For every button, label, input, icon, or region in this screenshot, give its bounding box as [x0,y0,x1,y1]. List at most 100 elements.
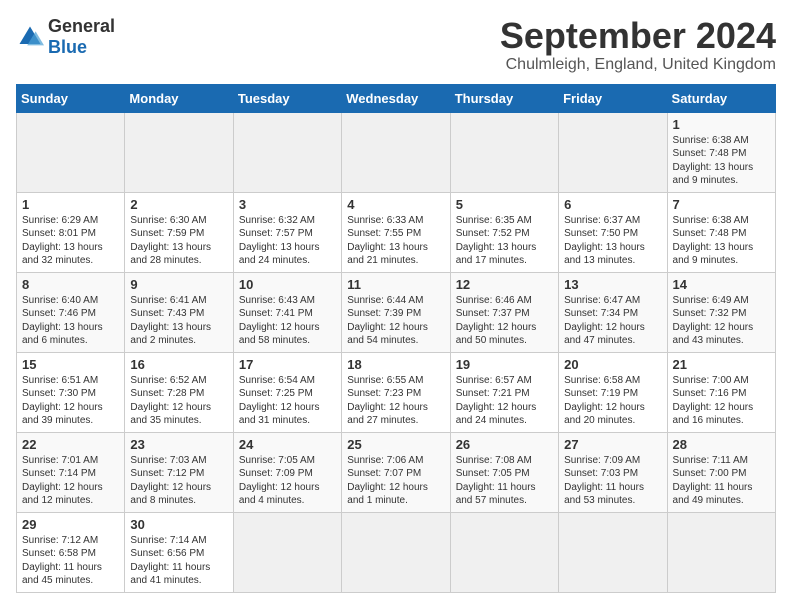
calendar-cell [450,112,558,192]
cell-info: Sunrise: 6:30 AMSunset: 7:59 PMDaylight:… [130,215,211,267]
day-number: 6 [564,197,661,212]
cell-info: Sunrise: 6:29 AMSunset: 8:01 PMDaylight:… [22,215,103,267]
header-monday: Monday [125,84,233,112]
calendar-cell: 23 Sunrise: 7:03 AMSunset: 7:12 PMDayligh… [125,432,233,512]
calendar-cell: 14 Sunrise: 6:49 AMSunset: 7:32 PMDayligh… [667,272,775,352]
title-area: September 2024 Chulmleigh, England, Unit… [500,16,776,74]
calendar-cell: 16 Sunrise: 6:52 AMSunset: 7:28 PMDayligh… [125,352,233,432]
calendar-cell: 30Sunrise: 7:14 AMSunset: 6:56 PMDayligh… [125,512,233,592]
calendar-cell: 21 Sunrise: 7:00 AMSunset: 7:16 PMDayligh… [667,352,775,432]
calendar-week-row: 29 Sunrise: 7:12 AMSunset: 6:58 PMDayligh… [17,512,776,592]
day-number: 3 [239,197,336,212]
header-thursday: Thursday [450,84,558,112]
cell-info: Sunrise: 6:52 AMSunset: 7:28 PMDaylight:… [130,375,211,427]
calendar-cell: 25 Sunrise: 7:06 AMSunset: 7:07 PMDayligh… [342,432,450,512]
cell-info: Sunrise: 7:01 AMSunset: 7:14 PMDaylight:… [22,455,103,507]
calendar-week-row: 1 Sunrise: 6:38 AMSunset: 7:48 PMDaylight… [17,112,776,192]
day-number: 8 [22,277,119,292]
calendar-cell: 26 Sunrise: 7:08 AMSunset: 7:05 PMDayligh… [450,432,558,512]
day-number: 15 [22,357,119,372]
page-header: General Blue September 2024 Chulmleigh, … [16,16,776,74]
header-saturday: Saturday [667,84,775,112]
calendar-cell [450,512,558,592]
day-number: 18 [347,357,444,372]
calendar-cell: 5 Sunrise: 6:35 AMSunset: 7:52 PMDaylight… [450,192,558,272]
calendar-cell: 28Sunrise: 7:11 AMSunset: 7:00 PMDayligh… [667,432,775,512]
logo: General Blue [16,16,115,58]
calendar-cell: 11 Sunrise: 6:44 AMSunset: 7:39 PMDayligh… [342,272,450,352]
day-number: 19 [456,357,553,372]
calendar-cell: 27Sunrise: 7:09 AMSunset: 7:03 PMDayligh… [559,432,667,512]
day-number: 17 [239,357,336,372]
location-title: Chulmleigh, England, United Kingdom [500,56,776,74]
day-number: 23 [130,437,227,452]
calendar-week-row: 8Sunrise: 6:40 AMSunset: 7:46 PMDaylight… [17,272,776,352]
cell-info: Sunrise: 6:57 AMSunset: 7:21 PMDaylight:… [456,375,537,427]
calendar-cell: 20Sunrise: 6:58 AMSunset: 7:19 PMDayligh… [559,352,667,432]
cell-info: Sunrise: 7:08 AMSunset: 7:05 PMDaylight:… [456,455,536,507]
cell-info: Sunrise: 7:03 AMSunset: 7:12 PMDaylight:… [130,455,211,507]
calendar-cell: 29 Sunrise: 7:12 AMSunset: 6:58 PMDayligh… [17,512,125,592]
cell-info: Sunrise: 6:51 AMSunset: 7:30 PMDaylight:… [22,375,103,427]
day-number: 2 [130,197,227,212]
cell-info: Sunrise: 6:35 AMSunset: 7:52 PMDaylight:… [456,215,537,267]
day-number: 16 [130,357,227,372]
cell-info: Sunrise: 7:06 AMSunset: 7:07 PMDaylight:… [347,455,428,507]
calendar-cell: 19 Sunrise: 6:57 AMSunset: 7:21 PMDayligh… [450,352,558,432]
month-title: September 2024 [500,16,776,56]
header-sunday: Sunday [17,84,125,112]
calendar-cell: 1 Sunrise: 6:29 AMSunset: 8:01 PMDaylight… [17,192,125,272]
cell-info: Sunrise: 6:58 AMSunset: 7:19 PMDaylight:… [564,375,645,427]
calendar-week-row: 1 Sunrise: 6:29 AMSunset: 8:01 PMDaylight… [17,192,776,272]
day-number: 12 [456,277,553,292]
cell-info: Sunrise: 6:43 AMSunset: 7:41 PMDaylight:… [239,295,320,347]
day-number: 1 [673,117,770,132]
logo-general-text: General [48,16,115,36]
calendar-cell: 15 Sunrise: 6:51 AMSunset: 7:30 PMDayligh… [17,352,125,432]
cell-info: Sunrise: 7:12 AMSunset: 6:58 PMDaylight:… [22,535,102,587]
calendar-week-row: 15 Sunrise: 6:51 AMSunset: 7:30 PMDayligh… [17,352,776,432]
day-number: 5 [456,197,553,212]
day-number: 21 [673,357,770,372]
cell-info: Sunrise: 6:41 AMSunset: 7:43 PMDaylight:… [130,295,211,347]
day-number: 10 [239,277,336,292]
calendar-cell [125,112,233,192]
calendar-header-row: SundayMondayTuesdayWednesdayThursdayFrid… [17,84,776,112]
day-number: 30 [130,517,227,532]
day-number: 29 [22,517,119,532]
calendar-cell: 12 Sunrise: 6:46 AMSunset: 7:37 PMDayligh… [450,272,558,352]
cell-info: Sunrise: 6:46 AMSunset: 7:37 PMDaylight:… [456,295,537,347]
calendar-cell [559,112,667,192]
day-number: 13 [564,277,661,292]
calendar-cell [559,512,667,592]
day-number: 14 [673,277,770,292]
day-number: 26 [456,437,553,452]
calendar-cell [667,512,775,592]
day-number: 28 [673,437,770,452]
header-wednesday: Wednesday [342,84,450,112]
day-number: 24 [239,437,336,452]
cell-info: Sunrise: 6:38 AMSunset: 7:48 PMDaylight:… [673,135,754,187]
cell-info: Sunrise: 6:49 AMSunset: 7:32 PMDaylight:… [673,295,754,347]
cell-info: Sunrise: 7:00 AMSunset: 7:16 PMDaylight:… [673,375,754,427]
calendar-cell: 2 Sunrise: 6:30 AMSunset: 7:59 PMDaylight… [125,192,233,272]
day-number: 9 [130,277,227,292]
calendar-cell: 1 Sunrise: 6:38 AMSunset: 7:48 PMDaylight… [667,112,775,192]
cell-info: Sunrise: 6:47 AMSunset: 7:34 PMDaylight:… [564,295,645,347]
day-number: 11 [347,277,444,292]
day-number: 25 [347,437,444,452]
cell-info: Sunrise: 6:37 AMSunset: 7:50 PMDaylight:… [564,215,645,267]
calendar-cell [233,512,341,592]
cell-info: Sunrise: 6:44 AMSunset: 7:39 PMDaylight:… [347,295,428,347]
day-number: 7 [673,197,770,212]
calendar-cell: 22 Sunrise: 7:01 AMSunset: 7:14 PMDayligh… [17,432,125,512]
cell-info: Sunrise: 7:05 AMSunset: 7:09 PMDaylight:… [239,455,320,507]
calendar-cell: 6 Sunrise: 6:37 AMSunset: 7:50 PMDaylight… [559,192,667,272]
calendar-cell [17,112,125,192]
calendar-week-row: 22 Sunrise: 7:01 AMSunset: 7:14 PMDayligh… [17,432,776,512]
day-number: 1 [22,197,119,212]
calendar-cell: 13 Sunrise: 6:47 AMSunset: 7:34 PMDayligh… [559,272,667,352]
cell-info: Sunrise: 6:33 AMSunset: 7:55 PMDaylight:… [347,215,428,267]
calendar-table: SundayMondayTuesdayWednesdayThursdayFrid… [16,84,776,593]
day-number: 22 [22,437,119,452]
